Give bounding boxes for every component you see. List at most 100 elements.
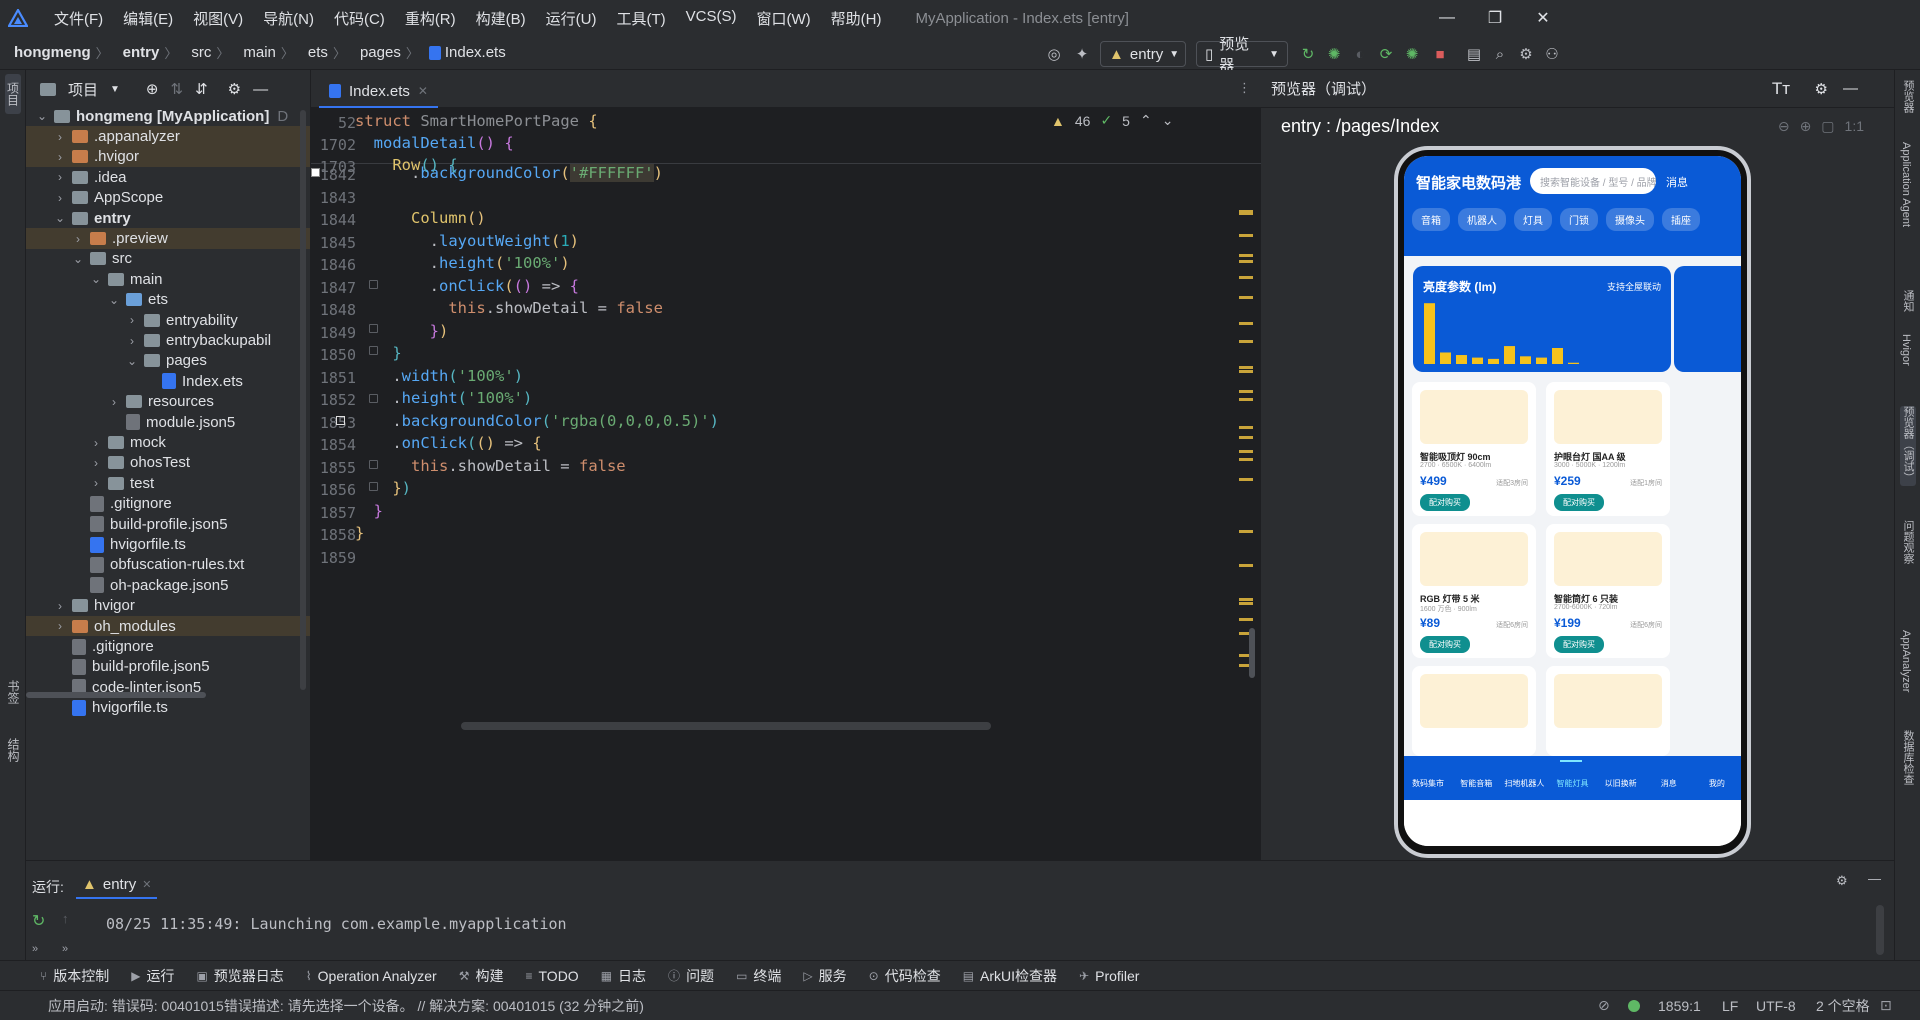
maximize-icon[interactable]: ❐ (1472, 0, 1518, 36)
warning-marker[interactable] (1239, 458, 1253, 461)
stop-icon[interactable]: ■ (1430, 44, 1450, 64)
chevron-down-icon[interactable]: ⌄ (1162, 112, 1174, 129)
chevron-down-icon[interactable]: ⌄ (70, 252, 86, 266)
bottom-tool-run[interactable]: ▶ 运行 (131, 966, 174, 986)
sticky-code-line[interactable]: modalDetail() { (355, 134, 514, 152)
warning-marker[interactable] (1239, 450, 1253, 453)
minimize-icon[interactable]: — (1424, 0, 1470, 36)
bottom-tool-info[interactable]: ⓘ 问题 (668, 966, 714, 986)
app-tab[interactable]: 智能音箱 (1452, 756, 1500, 800)
run-tab-entry[interactable]: ▲ entry ✕ (76, 871, 158, 899)
bottom-tool-git[interactable]: ⑂ 版本控制 (40, 966, 109, 986)
menu-item[interactable]: 代码(C) (324, 8, 395, 29)
warning-marker[interactable] (1239, 322, 1253, 325)
category-chip[interactable]: 音箱 (1412, 208, 1450, 231)
tree-row[interactable]: ⌄ entry (26, 208, 310, 228)
bottom-tool-log[interactable]: ▦ 日志 (601, 966, 646, 986)
account-icon[interactable]: ⚇ (1542, 44, 1562, 64)
tree-row[interactable]: build-profile.json5 (26, 514, 310, 534)
chevron-right-icon[interactable]: › (88, 456, 104, 470)
warning-marker[interactable] (1239, 254, 1253, 257)
debug-icon[interactable]: ✺ (1324, 44, 1344, 64)
hide-panel-icon[interactable]: — (253, 81, 268, 98)
locate-icon[interactable]: ⊕ (146, 80, 159, 98)
device-select[interactable]: ▯ 预览器 ▼ (1196, 36, 1288, 74)
tree-row[interactable]: oh-package.json5 (26, 575, 310, 595)
chevron-right-icon[interactable]: › (70, 232, 86, 246)
chevron-down-icon[interactable]: ⌄ (106, 293, 122, 307)
chevron-right-icon[interactable]: › (124, 313, 140, 327)
warning-marker[interactable] (1239, 426, 1253, 429)
tree-row[interactable]: › resources (26, 392, 310, 412)
close-icon[interactable]: ✕ (1520, 0, 1566, 36)
tree-row[interactable]: › test (26, 473, 310, 493)
tree-row[interactable]: › ohosTest (26, 453, 310, 473)
run-icon[interactable]: ↻ (1298, 44, 1318, 64)
lock-icon[interactable]: ⊡ (1880, 997, 1892, 1014)
settings-icon[interactable]: ⚙ (1516, 44, 1536, 64)
sticky-code-line[interactable]: struct SmartHomePortPage { (355, 112, 598, 130)
project-structure-icon[interactable]: ▤ (1464, 44, 1484, 64)
tree-row[interactable]: › .idea (26, 167, 310, 187)
app-tab[interactable]: 智能灯具 (1548, 756, 1596, 800)
tree-row[interactable]: ⌄ pages (26, 351, 310, 371)
warning-marker[interactable] (1239, 234, 1253, 237)
project-panel-title[interactable]: 项目 (68, 79, 98, 100)
bug-hammer-icon[interactable]: ✦ (1072, 44, 1092, 64)
chevron-down-icon[interactable]: ⌄ (124, 354, 140, 368)
breadcrumb-item[interactable]: ets (294, 44, 333, 61)
right-tool-button[interactable]: Application Agent (1900, 142, 1912, 230)
app-tab[interactable]: 扫地机器人 (1500, 756, 1548, 800)
more-icon[interactable]: » (62, 943, 68, 955)
collapse-all-icon[interactable]: ⇵ (195, 80, 208, 98)
close-icon[interactable]: ✕ (142, 878, 151, 891)
vertical-scrollbar[interactable] (1249, 628, 1255, 678)
code-line[interactable]: } (355, 344, 401, 362)
bottom-tool-services[interactable]: ▷ 服务 (803, 966, 846, 986)
bottom-tool-inspect[interactable]: ⊙ 代码检查 (869, 966, 941, 986)
breadcrumb-item[interactable]: src (177, 44, 216, 61)
breadcrumb-item[interactable]: pages (346, 44, 406, 61)
bottom-tool-preview-log[interactable]: ▣ 预览器日志 (196, 966, 283, 986)
bottom-tool-profiler[interactable]: ✈ Profiler (1079, 968, 1139, 984)
menu-item[interactable]: VCS(S) (676, 8, 747, 29)
warning-marker[interactable] (1239, 260, 1253, 263)
tree-row[interactable]: ⌄ main (26, 269, 310, 289)
app-tab[interactable]: 以旧换新 (1597, 756, 1645, 800)
code-line[interactable]: }) (355, 322, 449, 340)
breadcrumb-item[interactable]: Index.ets (441, 44, 511, 61)
tree-row[interactable]: .gitignore (26, 636, 310, 656)
product-card[interactable]: 智能吸顶灯 90cm 2700 · 6500K · 6400lm ¥499 适配3房间… (1412, 382, 1536, 516)
chevron-down-icon[interactable]: ⌄ (52, 211, 68, 225)
more-options-icon[interactable]: ⋮ (1238, 80, 1251, 96)
chevron-right-icon[interactable]: › (52, 170, 68, 184)
tree-row[interactable]: obfuscation-rules.txt (26, 555, 310, 575)
actual-size-icon[interactable]: 1:1 (1845, 118, 1864, 135)
right-tool-button[interactable]: AppAnalyzer (1900, 630, 1912, 695)
line-separator[interactable]: LF (1722, 998, 1738, 1014)
bottom-tool-list[interactable]: ≡ TODO (525, 968, 578, 984)
code-line[interactable]: .layoutWeight(1) (355, 232, 579, 250)
inspection-widget[interactable]: ▲ 46 ✓ 5 ⌃ ⌄ (1051, 112, 1173, 129)
menu-item[interactable]: 文件(F) (44, 8, 113, 29)
chevron-down-icon[interactable]: ⌄ (34, 109, 50, 123)
tree-row[interactable]: ⌄ hongmeng [MyApplication] D (26, 106, 310, 126)
chevron-right-icon[interactable]: › (52, 191, 68, 205)
zoom-out-icon[interactable]: ⊖ (1778, 118, 1790, 135)
menu-item[interactable]: 重构(R) (395, 8, 466, 29)
app-tab[interactable]: 数码集市 (1404, 756, 1452, 800)
tree-row[interactable]: ⌄ ets (26, 290, 310, 310)
attach-debugger-icon[interactable]: ◐ (1350, 44, 1370, 64)
close-icon[interactable]: ✕ (418, 84, 428, 98)
tree-row[interactable]: Index.ets (26, 371, 310, 391)
code-line[interactable]: }) (355, 479, 411, 497)
tree-row[interactable]: ⌄ src (26, 249, 310, 269)
bottom-tool-arkui[interactable]: ▤ ArkUI检查器 (963, 966, 1057, 986)
right-tool-button[interactable]: 通知 (1900, 290, 1916, 315)
right-tool-button[interactable]: 预览器（调试） (1900, 406, 1916, 486)
menu-item[interactable]: 编辑(E) (113, 8, 183, 29)
warning-marker[interactable] (1239, 398, 1253, 401)
horizontal-scrollbar[interactable] (26, 692, 206, 698)
buy-button[interactable]: 配对购买 (1420, 494, 1470, 511)
code-line[interactable]: Column() (355, 209, 486, 227)
